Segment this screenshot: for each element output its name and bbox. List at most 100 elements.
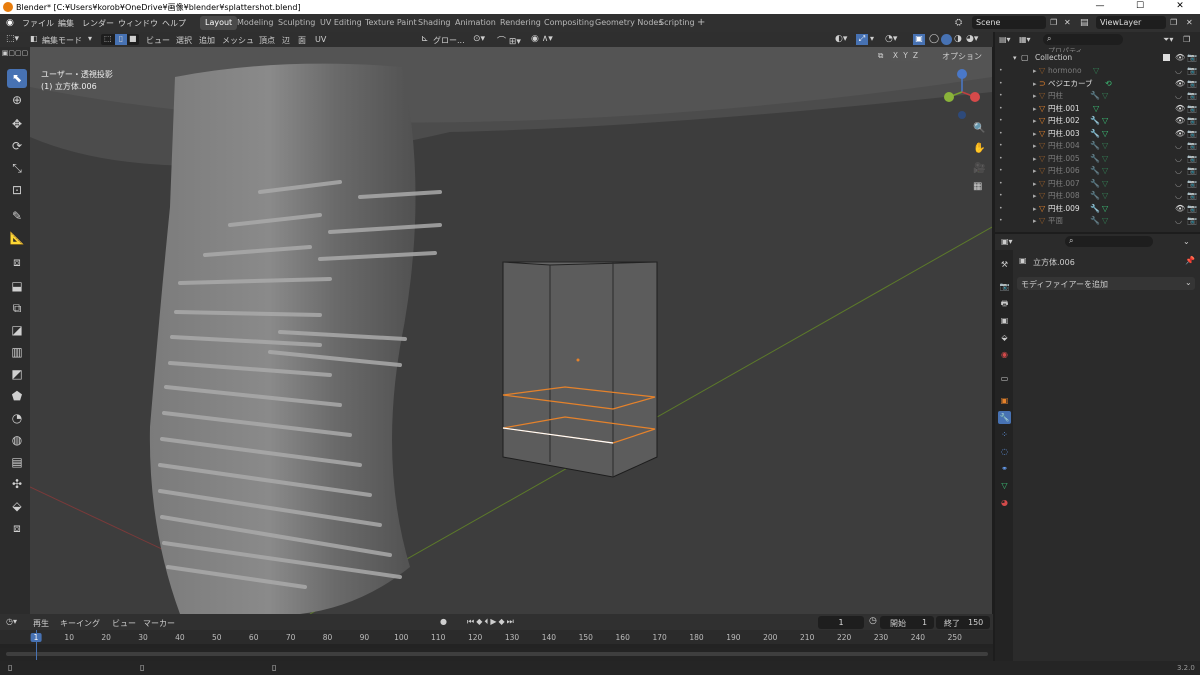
mesh-data-icon[interactable]: ▽ (1102, 165, 1108, 178)
pin-icon[interactable]: 📌 (1185, 256, 1195, 265)
eye-closed-icon[interactable]: ◡ (1175, 140, 1182, 153)
eye-icon[interactable]: 👁 (1175, 103, 1185, 116)
timeline-editor-type-icon[interactable]: ◷▾ (6, 617, 17, 626)
view-layer-tab-icon[interactable]: ▣ (998, 314, 1011, 327)
outliner-item[interactable]: • ▸ ▽ 円柱.009 🔧 ▽ 👁 📷 (995, 203, 1200, 216)
mesh-data-icon[interactable]: ▽ (1102, 203, 1108, 216)
overlays-icon[interactable]: ◔▾ (885, 34, 897, 44)
menu-edge[interactable]: 辺 (282, 35, 290, 46)
camera-icon[interactable]: 📷 (1187, 178, 1197, 191)
add-workspace-button[interactable]: + (692, 16, 710, 30)
playback-controls[interactable]: ⏮◆⏴▶◆⏭ (467, 617, 516, 627)
mesh-data-icon[interactable]: ▽ (1102, 215, 1108, 228)
menu-window[interactable]: ウィンドウ (118, 18, 158, 29)
expand-arrow-icon[interactable]: ▸ (1033, 115, 1037, 128)
tab-animation[interactable]: Animation (450, 16, 501, 30)
modifier-icon[interactable]: 🔧 (1090, 90, 1100, 103)
delete-view-layer-icon[interactable]: ✕ (1186, 18, 1193, 27)
transform-tool[interactable]: ⊡ (7, 181, 27, 200)
chevron-down-icon[interactable]: ▾ (870, 34, 874, 43)
outliner-search-input[interactable]: ⌕ (1043, 34, 1123, 45)
expand-arrow-icon[interactable]: ▸ (1033, 78, 1037, 91)
modifier-icon[interactable]: 🔧 (1090, 215, 1100, 228)
shear-tool[interactable]: ⬙ (7, 497, 27, 516)
editor-type-icon[interactable]: ⬚▾ (6, 34, 19, 44)
camera-icon[interactable]: 📷 (1187, 90, 1197, 103)
eye-closed-icon[interactable]: ◡ (1175, 153, 1182, 166)
menu-edit[interactable]: 編集 (58, 18, 74, 29)
filter-icon[interactable]: ⏷▾ (1163, 35, 1173, 45)
axis-z-toggle[interactable]: Z (911, 51, 920, 61)
new-collection-icon[interactable]: ❐ (1183, 35, 1190, 44)
spin-tool[interactable]: ◔ (7, 409, 27, 428)
xray-toggle-icon[interactable]: ▣ (913, 34, 925, 45)
eye-closed-icon[interactable]: ◡ (1175, 190, 1182, 203)
transform-orientation-icon[interactable]: ⊾ (421, 34, 429, 44)
timeline-scrollbar[interactable] (6, 652, 988, 656)
material-tab-icon[interactable]: ◕ (998, 496, 1011, 509)
data-tab-icon[interactable]: ▽ (998, 479, 1011, 492)
view-layer-icon[interactable]: ▤ (1080, 18, 1089, 28)
modifier-icon[interactable]: 🔧 (1090, 178, 1100, 191)
expand-arrow-icon[interactable]: ▸ (1033, 128, 1037, 141)
axis-lock-icon[interactable]: ⧉ (878, 51, 883, 61)
annotate-tool[interactable]: ✎ (7, 207, 27, 226)
eye-icon[interactable]: 👁 (1175, 203, 1185, 216)
rip-tool[interactable]: ⧈ (7, 519, 27, 538)
outliner-item[interactable]: • ▸ ▽ 円柱 🔧 ▽ ◡ 📷 (995, 90, 1200, 103)
menu-timeline-view[interactable]: ビュー (112, 618, 136, 629)
zoom-icon[interactable]: 🔍 (973, 123, 985, 134)
proportional-edit-icon[interactable]: ◉ ∧▾ (531, 34, 553, 44)
tool-tab-icon[interactable]: ⚒ (998, 258, 1011, 271)
solid-shading-icon[interactable] (941, 34, 952, 45)
mesh-data-icon[interactable]: ▽ (1102, 190, 1108, 203)
menu-render[interactable]: レンダー (82, 18, 114, 29)
3d-viewport[interactable]: ユーザー・透視投影 (1) 立方体.006 ⧉ X Y Z オプション 🔍 ✋ … (30, 47, 992, 614)
camera-icon[interactable]: 📷 (1187, 65, 1197, 78)
modifier-icon[interactable]: 🔧 (1090, 203, 1100, 216)
scene-field[interactable]: Scene (972, 16, 1046, 29)
render-tab-icon[interactable]: 📷 (998, 280, 1011, 293)
properties-search-input[interactable]: ⌕ (1065, 236, 1153, 247)
select-tool[interactable]: ⬉ (7, 69, 27, 88)
eye-icon[interactable]: 👁 (1175, 78, 1185, 91)
eye-closed-icon[interactable]: ◡ (1175, 215, 1182, 228)
shrink-fatten-tool[interactable]: ✣ (7, 475, 27, 494)
modifier-icon[interactable]: 🔧 (1090, 190, 1100, 203)
properties-editor-type-icon[interactable]: ▣▾ (1001, 237, 1013, 246)
close-button[interactable]: ✕ (1160, 0, 1200, 14)
navigation-gizmo[interactable] (937, 67, 987, 122)
perspective-toggle-icon[interactable]: ▦ (973, 181, 982, 192)
mesh-data-icon[interactable]: ▽ (1102, 178, 1108, 191)
expand-arrow-icon[interactable]: ▸ (1033, 103, 1037, 116)
camera-icon[interactable]: 📷 (1187, 203, 1197, 216)
camera-icon[interactable]: 📷 (1187, 140, 1197, 153)
curve-data-icon[interactable]: ⟲ (1105, 78, 1112, 91)
record-icon[interactable]: ● (440, 617, 447, 626)
menu-file[interactable]: ファイル (22, 18, 54, 29)
new-scene-icon[interactable]: ❐ (1050, 18, 1057, 27)
visibility-icon[interactable]: ◐▾ (835, 34, 847, 44)
view-layer-field[interactable]: ViewLayer (1096, 16, 1166, 29)
material-shading-icon[interactable]: ◑ (954, 34, 962, 44)
camera-icon[interactable]: 📷 (1187, 128, 1197, 141)
move-tool[interactable]: ✥ (7, 115, 27, 134)
inset-tool[interactable]: ⧉ (7, 299, 27, 318)
camera-view-icon[interactable]: 🎥 (973, 163, 985, 174)
expand-arrow-icon[interactable]: ▸ (1033, 165, 1037, 178)
rotate-tool[interactable]: ⟳ (7, 137, 27, 156)
mesh-data-icon[interactable]: ▽ (1102, 90, 1108, 103)
eye-closed-icon[interactable]: ◡ (1175, 178, 1182, 191)
collection-tab-icon[interactable]: ▭ (998, 372, 1011, 385)
camera-icon[interactable]: 📷 (1187, 190, 1197, 203)
transform-orientation-dropdown[interactable]: グロー... (433, 35, 465, 46)
camera-icon[interactable]: 📷 (1187, 52, 1197, 65)
camera-icon[interactable]: 📷 (1187, 215, 1197, 228)
particles-tab-icon[interactable]: ⁘ (998, 428, 1011, 441)
outliner-item[interactable]: • ▸ ▽ 円柱.006 🔧 ▽ ◡ 📷 (995, 165, 1200, 178)
menu-vertex[interactable]: 頂点 (259, 35, 275, 46)
clock-icon[interactable]: ◷ (869, 616, 877, 626)
camera-icon[interactable]: 📷 (1187, 165, 1197, 178)
loop-cut-tool[interactable]: ▥ (7, 343, 27, 362)
scale-tool[interactable]: ⤡ (7, 159, 27, 178)
